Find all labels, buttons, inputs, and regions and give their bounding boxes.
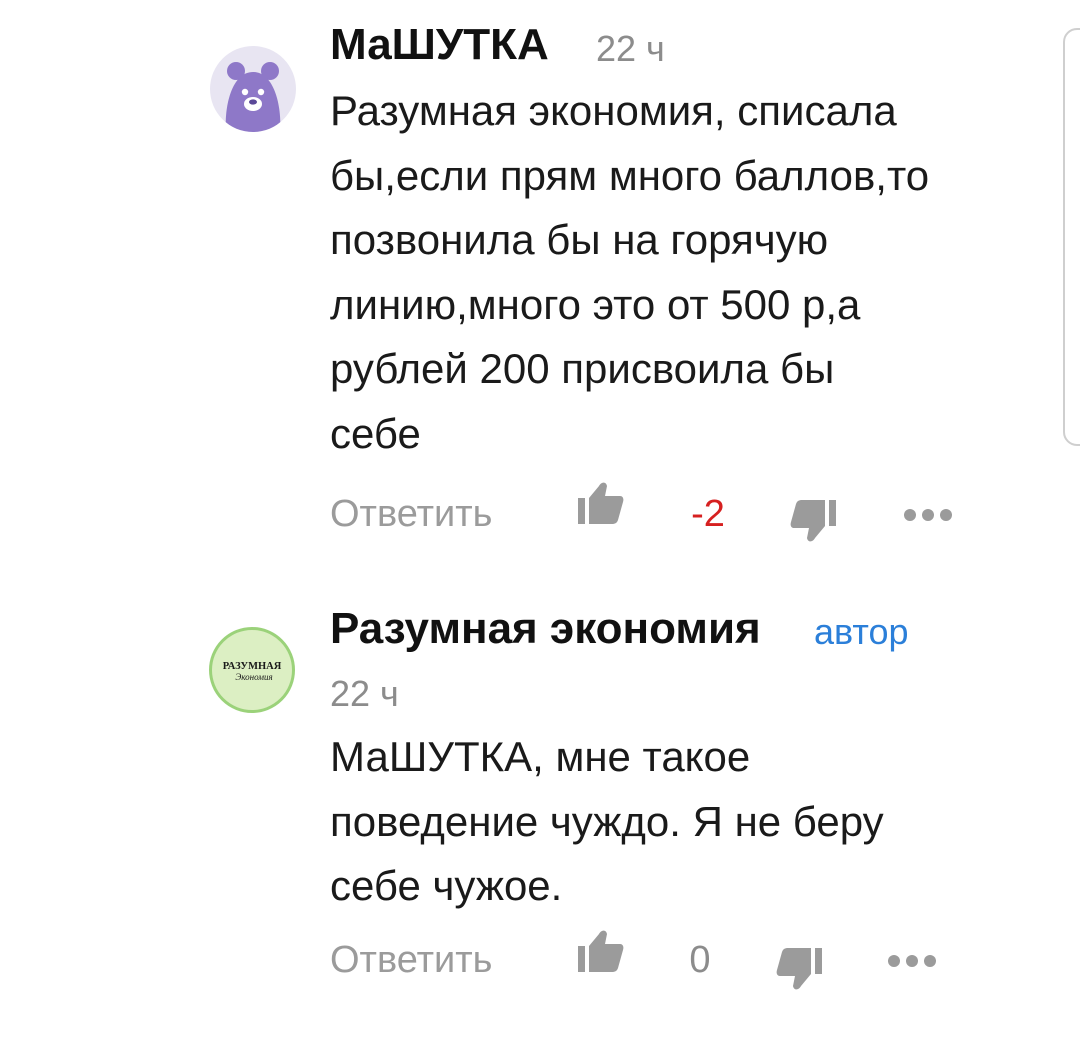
comment-text: Разумная экономия, списала бы,если прям … <box>330 79 929 466</box>
thumbs-up-icon <box>578 930 624 972</box>
like-button[interactable] <box>576 926 624 974</box>
dislike-button[interactable] <box>790 498 838 546</box>
author-avatar[interactable]: РАЗУМНАЯ Экономия <box>209 627 295 713</box>
comment-text-line: рублей 200 присвоила бы <box>330 345 835 392</box>
comment-text-line: бы,если прям много баллов,то <box>330 151 930 199</box>
logo-text-bottom: Экономия <box>235 672 272 682</box>
comment-text-line: МаШУТКА, мне такое <box>330 733 751 780</box>
comment-text-line: Разумная экономия, списала <box>330 87 897 134</box>
comment-text-line: позвонила бы на горячую <box>330 216 829 263</box>
author-badge: автор <box>814 611 909 652</box>
comment-score: -2 <box>691 493 725 535</box>
comment-text-line: линию,много это от 500 р,а <box>330 280 861 328</box>
bear-avatar-icon <box>225 62 281 132</box>
side-panel-edge <box>1063 28 1080 446</box>
comment-author[interactable]: МаШУТКА <box>330 19 549 71</box>
comment-author[interactable]: Разумная экономия <box>330 603 761 655</box>
dislike-button[interactable] <box>776 946 824 994</box>
comment-text-line: себе <box>330 409 421 457</box>
more-button[interactable] <box>902 506 954 524</box>
comment-text: МаШУТКА, мне такое поведение чуждо. Я не… <box>330 725 884 919</box>
reply-button[interactable]: Ответить <box>330 938 492 982</box>
logo-text-top: РАЗУМНАЯ <box>223 661 282 672</box>
brand-logo-icon: РАЗУМНАЯ Экономия <box>223 661 282 682</box>
thumbs-down-icon <box>776 948 822 990</box>
comment-time: 22 ч <box>596 28 665 69</box>
comment-text-line: себе чужое. <box>330 862 563 909</box>
comment-time: 22 ч <box>330 673 399 714</box>
reply-button[interactable]: Ответить <box>330 492 492 536</box>
more-button[interactable] <box>886 952 938 970</box>
thumbs-up-icon <box>578 482 624 524</box>
more-dots-icon <box>888 955 936 967</box>
user-avatar[interactable] <box>210 46 296 132</box>
like-button[interactable] <box>576 478 624 526</box>
thumbs-down-icon <box>790 500 836 542</box>
comment-text-line: поведение чуждо. Я не беру <box>330 797 884 845</box>
comment-score: 0 <box>689 939 711 981</box>
more-dots-icon <box>904 509 952 521</box>
